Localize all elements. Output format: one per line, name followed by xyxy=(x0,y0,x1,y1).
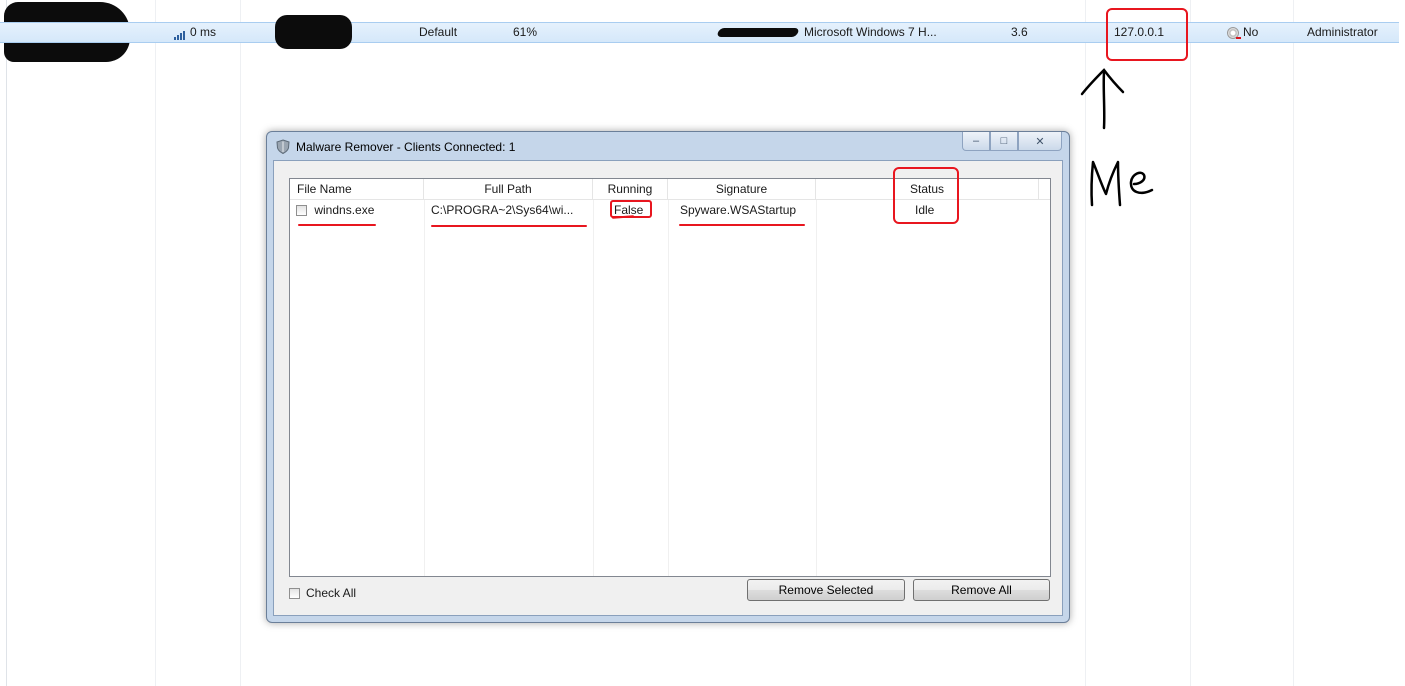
panel-left-edge xyxy=(6,0,7,686)
grid-column-line xyxy=(240,0,241,686)
check-all-label: Check All xyxy=(306,586,357,600)
check-all-control[interactable]: Check All xyxy=(289,586,356,600)
ping-cell: 0 ms xyxy=(174,25,217,41)
redaction-mark xyxy=(275,15,352,49)
minimize-icon: – xyxy=(972,135,980,147)
version-cell: 3.6 xyxy=(1011,25,1028,39)
status-highlight-box xyxy=(893,167,959,224)
column-header-running[interactable]: Running xyxy=(593,179,668,199)
redaction-mark xyxy=(716,28,800,37)
column-divider xyxy=(424,200,425,576)
client-list-row[interactable]: 0 ms Default 61% Microsoft Windows 7 H..… xyxy=(0,15,1399,49)
remove-all-button[interactable]: Remove All xyxy=(913,579,1050,601)
maximize-button[interactable]: □ xyxy=(990,132,1018,151)
window-titlebar[interactable]: Malware Remover - Clients Connected: 1 –… xyxy=(267,132,1069,160)
handwritten-me-label: Me xyxy=(1090,160,1154,207)
webcam-value: No xyxy=(1243,25,1259,39)
underline-annotation xyxy=(679,224,805,226)
window-client-area: File Name Full Path Running Signature St… xyxy=(273,160,1063,616)
column-header-full-path[interactable]: Full Path xyxy=(424,179,593,199)
os-cell: Microsoft Windows 7 H... xyxy=(804,25,937,39)
row-checkbox[interactable] xyxy=(296,205,307,217)
full-path-cell: C:\PROGRA~2\Sys64\wi... xyxy=(431,203,574,217)
file-name-text: windns.exe xyxy=(314,203,375,217)
check-all-checkbox[interactable] xyxy=(289,588,300,599)
close-icon: ✕ xyxy=(1035,135,1045,148)
annotation-arrow-icon xyxy=(1080,68,1125,130)
shield-icon xyxy=(276,139,290,154)
ping-value: 0 ms xyxy=(190,25,217,39)
minimize-button[interactable]: – xyxy=(962,132,990,151)
maximize-icon: □ xyxy=(1000,135,1008,147)
remove-selected-button[interactable]: Remove Selected xyxy=(747,579,905,601)
column-header-signature[interactable]: Signature xyxy=(668,179,816,199)
caption-buttons: – □ ✕ xyxy=(962,132,1062,152)
percent-cell: 61% xyxy=(513,25,538,39)
malware-remover-window[interactable]: Malware Remover - Clients Connected: 1 –… xyxy=(266,131,1070,623)
close-button[interactable]: ✕ xyxy=(1018,132,1062,151)
ip-highlight-box xyxy=(1106,8,1188,61)
webcam-cell: No xyxy=(1227,25,1258,40)
column-divider xyxy=(816,200,817,576)
column-divider xyxy=(593,200,594,576)
grid-column-line xyxy=(1293,0,1294,686)
grid-column-line xyxy=(155,0,156,686)
account-type-cell: Administrator xyxy=(1307,25,1378,39)
underline-annotation xyxy=(298,224,376,226)
webcam-disc-icon xyxy=(1227,26,1241,39)
grid-column-line xyxy=(1190,0,1191,686)
group-cell: Default xyxy=(419,25,458,39)
column-divider xyxy=(668,200,669,576)
underline-annotation xyxy=(431,225,587,227)
signature-cell: Spyware.WSAStartup xyxy=(680,203,797,217)
signal-strength-icon xyxy=(174,25,186,41)
window-title: Malware Remover - Clients Connected: 1 xyxy=(296,140,516,154)
file-name-cell: windns.exe xyxy=(296,200,374,220)
file-list[interactable]: File Name Full Path Running Signature St… xyxy=(289,178,1051,577)
column-header-file-name[interactable]: File Name xyxy=(290,179,424,199)
